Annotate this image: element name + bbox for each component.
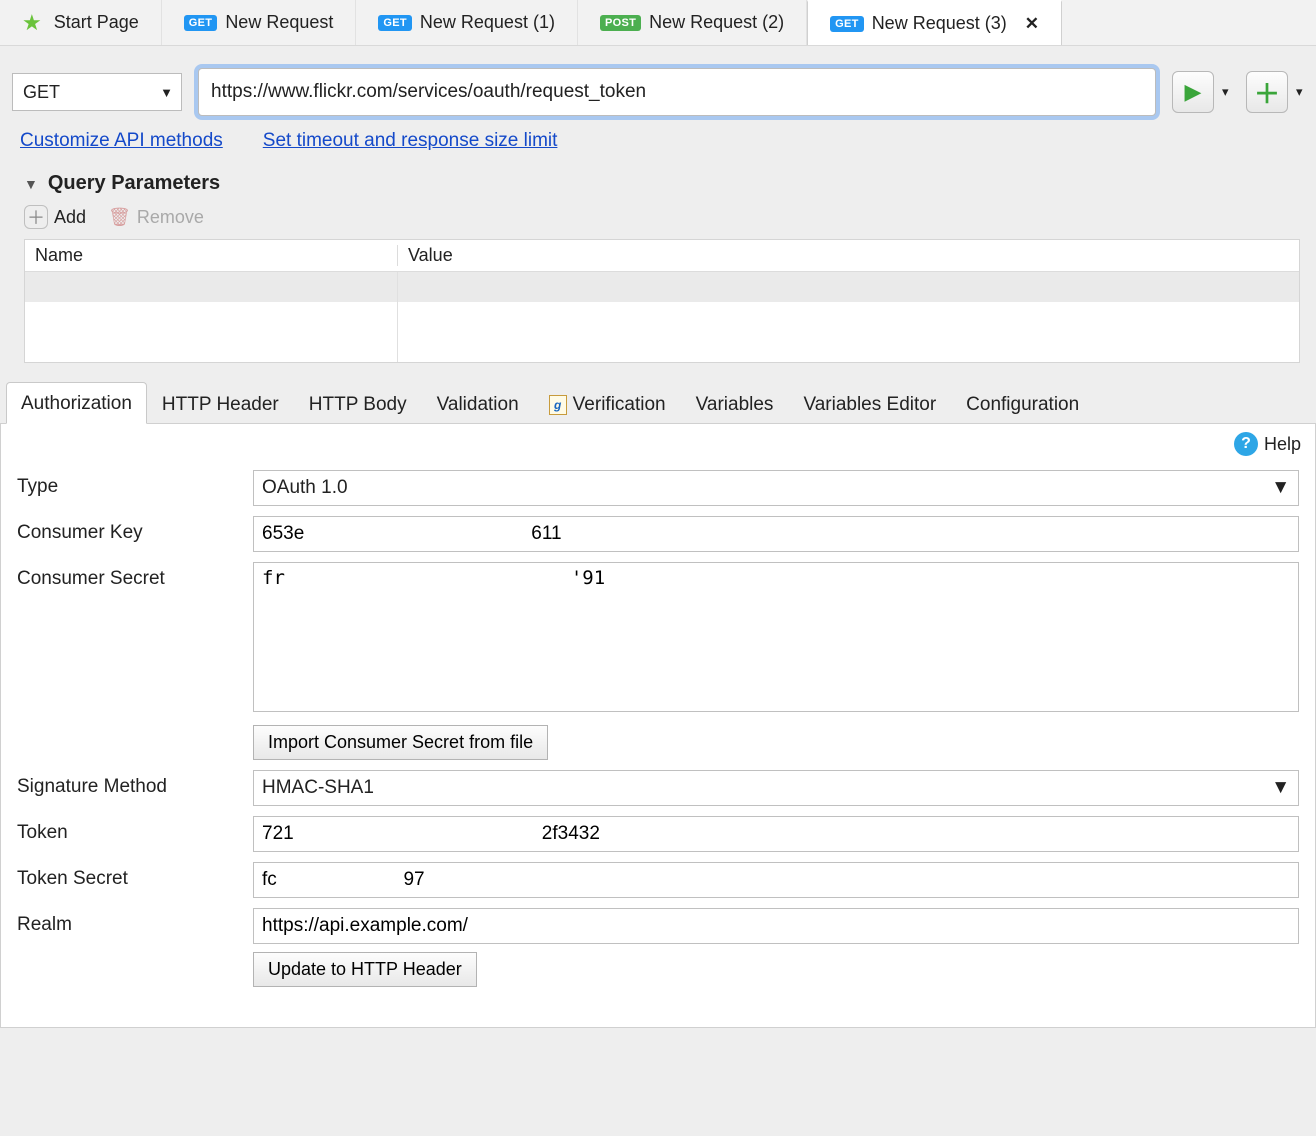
authorization-form: Type OAuth 1.0 ▼ Consumer Key Consumer S… <box>1 460 1315 987</box>
label-signature-method: Signature Method <box>17 770 253 798</box>
star-icon: ★ <box>22 10 42 36</box>
link-row: Customize API methods Set timeout and re… <box>0 130 1316 172</box>
consumer-key-input[interactable] <box>253 516 1299 552</box>
method-badge-post-icon: POST <box>600 15 641 31</box>
document-tabbar: ★ Start Page GET New Request GET New Req… <box>0 0 1316 46</box>
query-parameters-header[interactable]: ▼ Query Parameters <box>24 172 1300 195</box>
table-row[interactable] <box>25 272 1299 302</box>
cell-name[interactable] <box>25 302 398 332</box>
query-parameters-toolbar: ＋ Add 🗑 Remove <box>24 205 1300 229</box>
method-badge-get-icon: GET <box>378 15 412 31</box>
tab-label: New Request (2) <box>649 12 784 33</box>
import-consumer-secret-button[interactable]: Import Consumer Secret from file <box>253 725 548 760</box>
trash-icon: 🗑 <box>108 207 131 228</box>
label-token: Token <box>17 816 253 844</box>
tab-start-page[interactable]: ★ Start Page <box>0 0 162 45</box>
update-http-header-button[interactable]: Update to HTTP Header <box>253 952 477 987</box>
customize-api-methods-link[interactable]: Customize API methods <box>20 130 223 152</box>
close-tab-icon[interactable]: ✕ <box>1025 14 1039 34</box>
tab-verification-label: Verification <box>573 394 666 416</box>
tab-configuration[interactable]: Configuration <box>951 383 1094 424</box>
table-row[interactable] <box>25 332 1299 362</box>
lower-panel: Authorization HTTP Header HTTP Body Vali… <box>0 381 1316 1028</box>
cell-value[interactable] <box>398 302 1299 332</box>
help-row: ? Help <box>1 424 1315 460</box>
realm-input[interactable] <box>253 908 1299 944</box>
help-icon[interactable]: ? <box>1234 432 1258 456</box>
tab-label: New Request (1) <box>420 12 555 33</box>
tab-label: New Request <box>225 12 333 33</box>
add-label: Add <box>54 207 86 228</box>
url-input[interactable]: https://www.flickr.com/services/oauth/re… <box>198 68 1156 116</box>
method-badge-get-icon: GET <box>184 15 218 31</box>
table-header: Name Value <box>25 240 1299 272</box>
add-dropdown-caret-icon[interactable]: ▾ <box>1292 84 1304 100</box>
add-parameter-button[interactable]: ＋ Add <box>24 205 86 229</box>
play-icon: ▶ <box>1185 79 1202 105</box>
run-button-group: ▶ ▾ <box>1172 71 1230 113</box>
dropdown-caret-icon: ▼ <box>1271 777 1290 799</box>
tab-http-header[interactable]: HTTP Header <box>147 383 294 424</box>
signature-method-select[interactable]: HMAC-SHA1 ▼ <box>253 770 1299 806</box>
table-row[interactable] <box>25 302 1299 332</box>
script-file-icon: g <box>549 395 567 415</box>
auth-type-select[interactable]: OAuth 1.0 ▼ <box>253 470 1299 506</box>
label-realm: Realm <box>17 908 253 936</box>
query-parameters-section: ▼ Query Parameters ＋ Add 🗑 Remove Name V… <box>0 172 1316 363</box>
tab-label: Start Page <box>54 12 139 33</box>
tab-new-request[interactable]: GET New Request <box>162 0 357 45</box>
http-method-select[interactable]: GET ▼ <box>12 73 182 111</box>
token-secret-input[interactable] <box>253 862 1299 898</box>
http-method-value: GET <box>23 82 60 103</box>
label-consumer-key: Consumer Key <box>17 516 253 544</box>
remove-label: Remove <box>137 207 204 228</box>
query-parameters-table: Name Value <box>24 239 1300 363</box>
run-dropdown-caret-icon[interactable]: ▾ <box>1218 84 1230 100</box>
column-header-name[interactable]: Name <box>25 245 398 266</box>
collapse-triangle-icon[interactable]: ▼ <box>24 176 38 192</box>
auth-type-value: OAuth 1.0 <box>262 477 348 499</box>
url-value: https://www.flickr.com/services/oauth/re… <box>211 81 646 103</box>
label-token-secret: Token Secret <box>17 862 253 890</box>
add-request-button[interactable]: ＋ <box>1246 71 1288 113</box>
tab-new-request-1[interactable]: GET New Request (1) <box>356 0 578 45</box>
dropdown-caret-icon: ▼ <box>160 85 173 100</box>
label-auth-type: Type <box>17 470 253 498</box>
cell-name[interactable] <box>25 272 398 302</box>
plus-icon: ＋ <box>1254 74 1280 111</box>
tab-http-body[interactable]: HTTP Body <box>294 383 422 424</box>
lower-tabbar: Authorization HTTP Header HTTP Body Vali… <box>0 381 1316 424</box>
tab-validation[interactable]: Validation <box>422 383 534 424</box>
remove-parameter-button[interactable]: 🗑 Remove <box>108 207 204 228</box>
cell-name[interactable] <box>25 332 398 362</box>
label-consumer-secret: Consumer Secret <box>17 562 253 590</box>
tab-label: New Request (3) <box>872 13 1007 34</box>
dropdown-caret-icon: ▼ <box>1271 477 1290 499</box>
column-header-value[interactable]: Value <box>398 245 1299 266</box>
request-row: GET ▼ https://www.flickr.com/services/oa… <box>0 46 1316 130</box>
section-title: Query Parameters <box>48 172 220 195</box>
tab-variables-editor[interactable]: Variables Editor <box>788 383 951 424</box>
plus-circle-icon: ＋ <box>24 205 48 229</box>
help-label[interactable]: Help <box>1264 434 1301 455</box>
tab-verification[interactable]: g Verification <box>534 383 681 424</box>
tab-variables[interactable]: Variables <box>681 383 789 424</box>
set-timeout-link[interactable]: Set timeout and response size limit <box>263 130 558 152</box>
cell-value[interactable] <box>398 332 1299 362</box>
authorization-panel: ? Help Type OAuth 1.0 ▼ Consumer Key <box>0 424 1316 1028</box>
consumer-secret-input[interactable] <box>253 562 1299 712</box>
tab-authorization[interactable]: Authorization <box>6 382 147 424</box>
add-button-group: ＋ ▾ <box>1246 71 1304 113</box>
run-request-button[interactable]: ▶ <box>1172 71 1214 113</box>
signature-method-value: HMAC-SHA1 <box>262 777 374 799</box>
method-badge-get-icon: GET <box>830 16 864 32</box>
token-input[interactable] <box>253 816 1299 852</box>
cell-value[interactable] <box>398 272 1299 302</box>
tab-new-request-2[interactable]: POST New Request (2) <box>578 0 807 45</box>
tab-new-request-3[interactable]: GET New Request (3) ✕ <box>807 0 1062 45</box>
